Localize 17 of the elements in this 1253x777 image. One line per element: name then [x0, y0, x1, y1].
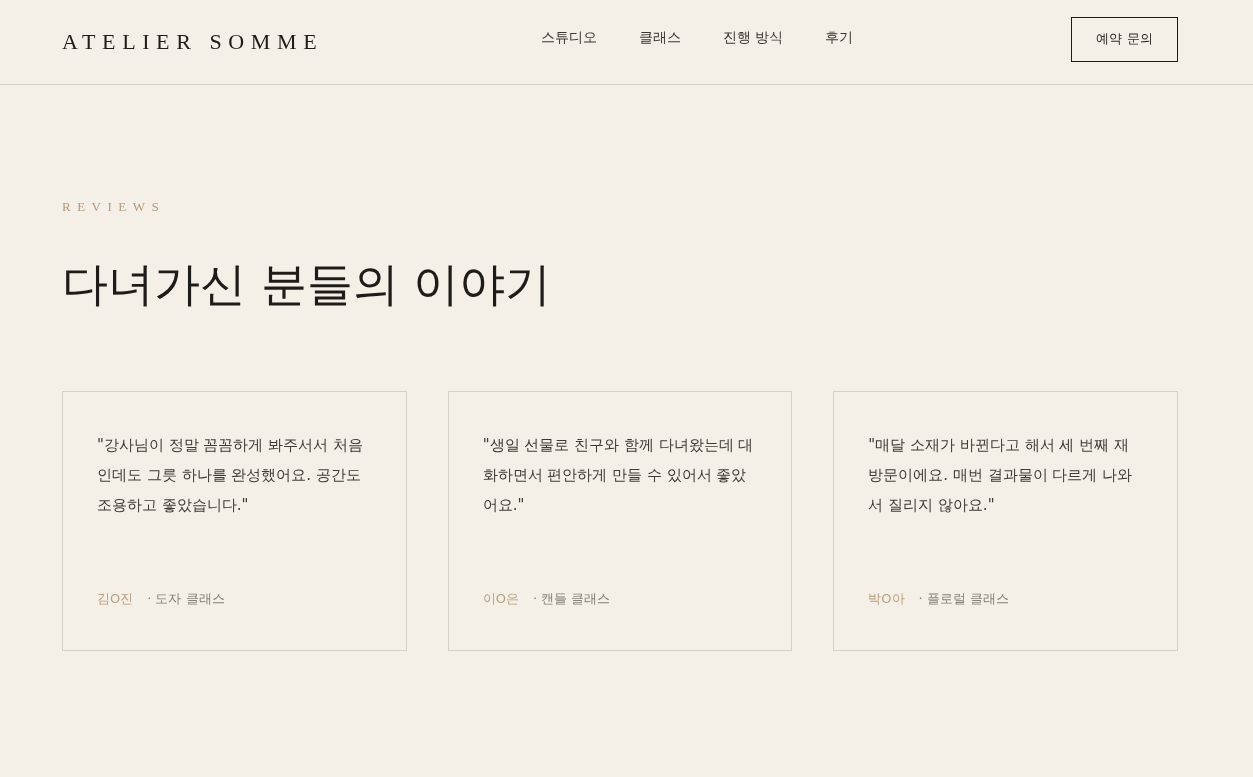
review-quote: "매달 소재가 바뀐다고 해서 세 번째 재방문이에요. 매번 결과물이 다르게 나와서 질리지 않아요." — [868, 435, 1134, 517]
reservation-button[interactable]: 예약 문의 — [1071, 16, 1178, 62]
class-name: · 도자 클래스 — [147, 589, 225, 608]
reviewer-name: 이O은 — [482, 589, 519, 608]
class-name: · 플로럴 클래스 — [918, 589, 1009, 608]
nav-link[interactable]: 스튜디오 — [540, 28, 597, 46]
section-eyebrow: REVIEWS — [62, 200, 167, 213]
class-name: · 캔들 클래스 — [532, 589, 611, 608]
review-quote: "강사님이 정말 꼼꼼하게 봐주서서 처음인데도 그릇 하나를 완성했어요. 공간도 조용하고 좋았습니다." — [97, 435, 364, 517]
reviewer-name: 김O진 — [97, 589, 134, 608]
nav-link[interactable]: 클래스 — [638, 28, 681, 46]
logo[interactable]: ATELIER SOMME — [62, 31, 324, 53]
nav-link[interactable]: 후기 — [825, 28, 854, 46]
review-quote: "생일 선물로 친구와 함께 다녀왔는데 대화하면서 편안하게 만들 수 있어서 좋았어요." — [482, 435, 755, 517]
nav-link[interactable]: 진행 방식 — [722, 28, 784, 46]
reviewer-name: 박O아 — [868, 589, 905, 608]
section-title: 다녀가신 분들의 이야기 — [62, 257, 553, 313]
